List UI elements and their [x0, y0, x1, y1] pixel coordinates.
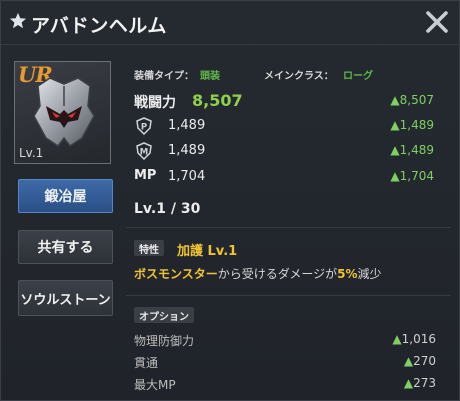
item-level: Lv.1: [19, 146, 44, 160]
star-icon: [9, 12, 27, 29]
trait-description: ボスモンスターから受けるダメージが5%減少: [134, 265, 382, 282]
physical-defense-icon: P: [136, 117, 152, 135]
magic-defense-value: 1,489: [168, 143, 206, 158]
option-number: 270: [413, 354, 436, 368]
option-label: 貫通: [134, 356, 159, 370]
option-value: ▲1,016: [392, 332, 436, 346]
trait-target: ボスモンスター: [134, 267, 218, 281]
up-arrow-icon: ▲: [392, 332, 402, 346]
physical-defense-value: 1,489: [168, 118, 206, 133]
option-number: 273: [413, 376, 436, 390]
mp-value: 1,704: [168, 169, 206, 184]
trait-tag: 特性: [134, 240, 164, 256]
trait-percent: 5%: [337, 267, 358, 281]
stat-row-power: 戦闘力 8,507 ▲8,507: [134, 91, 434, 114]
stat-row-physical: P 1,489 ▲1,489: [134, 117, 434, 139]
magic-defense-diff: ▲1,489: [390, 143, 434, 157]
main-class-value: ローグ: [343, 71, 373, 82]
option-row: 最大MP ▲273: [134, 376, 436, 394]
svg-text:P: P: [141, 123, 147, 133]
physical-defense-diff: ▲1,489: [390, 118, 434, 132]
option-label: 物理防御力: [134, 334, 195, 348]
option-number: 1,016: [401, 332, 436, 346]
option-value: ▲270: [404, 354, 436, 368]
mp-label: MP: [134, 168, 157, 183]
equip-type-label: 装備タイプ：: [134, 71, 194, 82]
item-title: アバドンヘルム: [31, 15, 167, 37]
item-detail-panel: アバドンヘルム UR Lv.1 鍛冶屋 共有する ソウルストーン 装備タイプ： …: [0, 0, 460, 401]
svg-text:M: M: [140, 148, 148, 158]
power-value: 8,507: [192, 91, 243, 110]
title-bar: アバドンヘルム: [1, 1, 460, 45]
option-row: 貫通 ▲270: [134, 354, 436, 372]
option-row: 物理防御力 ▲1,016: [134, 332, 436, 350]
item-icon-frame[interactable]: UR Lv.1: [14, 61, 111, 164]
share-button[interactable]: 共有する: [18, 230, 113, 264]
trait-effect: 減少: [357, 267, 382, 281]
divider: [126, 227, 451, 228]
option-label: 最大MP: [134, 378, 176, 392]
power-label: 戦闘力: [134, 95, 176, 111]
divider: [126, 295, 451, 296]
mp-diff: ▲1,704: [390, 169, 434, 183]
enhance-level: Lv.1 / 30: [134, 201, 201, 217]
smith-button[interactable]: 鍛冶屋: [18, 179, 113, 213]
soulstone-button[interactable]: ソウルストーン: [18, 280, 113, 316]
main-class-label: メインクラス：: [264, 71, 334, 82]
stat-row-mp: MP 1,704 ▲1,704: [134, 168, 434, 190]
close-icon[interactable]: [424, 9, 450, 35]
up-arrow-icon: ▲: [403, 354, 414, 368]
trait-text: から受けるダメージが: [217, 267, 338, 281]
magic-defense-icon: M: [136, 142, 152, 160]
equip-type-value: 頭装: [200, 71, 220, 82]
options-tag: オプション: [134, 307, 194, 323]
option-value: ▲273: [404, 376, 436, 390]
power-diff: ▲8,507: [390, 93, 434, 107]
up-arrow-icon: ▲: [403, 376, 414, 390]
stat-row-magic: M 1,489 ▲1,489: [134, 142, 434, 164]
helmet-icon: [33, 77, 95, 148]
trait-name: 加護 Lv.1: [177, 244, 238, 259]
